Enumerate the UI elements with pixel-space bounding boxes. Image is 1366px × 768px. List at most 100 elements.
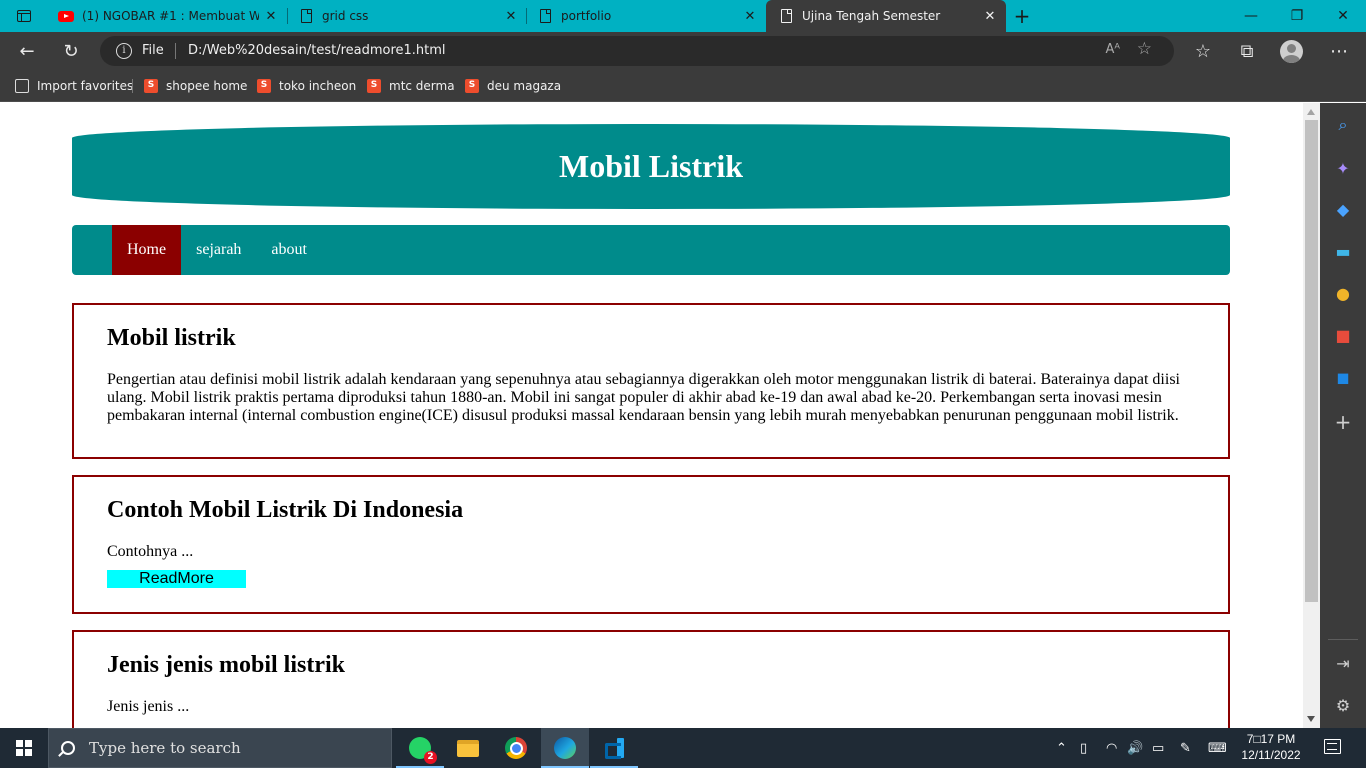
favorites-icon[interactable]: ☆ (1188, 36, 1218, 66)
tab-label: Ujina Tengah Semester (802, 9, 941, 23)
notification-center-icon[interactable] (1324, 739, 1341, 754)
tab-ujian[interactable]: Ujina Tengah Semester ✕ (766, 0, 1006, 32)
web-page: Mobil Listrik Home sejarah about Mobil l… (72, 124, 1230, 728)
windows-taskbar: Type here to search 2 ⌃ ▯ ◠ 🔊 ▭ ✎ ⌨ 7□17… (0, 728, 1366, 768)
tab-bar: (1) NGOBAR #1 : Membuat Website ✕ grid c… (0, 0, 1366, 32)
keyboard-icon[interactable]: ⌨ (1208, 728, 1227, 768)
scroll-thumb[interactable] (1305, 120, 1318, 602)
refresh-icon[interactable]: ↻ (56, 36, 86, 66)
scroll-up-icon[interactable] (1307, 109, 1315, 115)
close-tab-icon[interactable]: ✕ (982, 8, 998, 24)
page-viewport: Mobil Listrik Home sejarah about Mobil l… (0, 103, 1303, 728)
close-tab-icon[interactable]: ✕ (742, 8, 758, 24)
import-icon (15, 79, 29, 93)
scheme-label: File (142, 43, 164, 58)
office-icon[interactable]: ■ (1331, 323, 1355, 347)
collections-icon[interactable]: ⧉ (1232, 36, 1262, 66)
windows-logo-icon (16, 740, 32, 756)
read-aloud-icon[interactable]: Aᴬ (1106, 42, 1121, 57)
favorite-import[interactable]: Import favorites (15, 77, 133, 95)
close-window-button[interactable]: ✕ (1320, 0, 1366, 32)
search-icon[interactable]: ⌕ (1331, 113, 1355, 137)
restore-button[interactable]: ❐ (1274, 0, 1320, 32)
taskbar-file-explorer[interactable] (444, 728, 492, 768)
favorite-mtc-derma[interactable]: mtc derma (367, 77, 455, 95)
add-icon[interactable]: + (1331, 410, 1355, 434)
article-body: Pengertian atau definisi mobil listrik a… (107, 371, 1180, 424)
volume-icon[interactable]: 🔊 (1127, 728, 1143, 768)
shopee-icon (257, 79, 271, 93)
article-body: Jenis jenis ... (107, 698, 190, 715)
article-card: Mobil listrik Pengertian atau definisi m… (72, 303, 1230, 459)
document-icon (778, 8, 794, 24)
page-scrollbar[interactable] (1303, 103, 1320, 728)
youtube-icon (58, 8, 74, 24)
folder-icon (457, 739, 479, 757)
sparkle-icon[interactable]: ✦ (1331, 156, 1355, 180)
wifi-icon[interactable]: ◠ (1106, 728, 1117, 768)
url-text[interactable]: D:/Web%20desain/test/readmore1.html (188, 43, 446, 58)
shopping-tag-icon[interactable]: ◆ (1331, 197, 1355, 221)
taskbar-vscode[interactable] (590, 728, 638, 768)
article-heading: Contoh Mobil Listrik Di Indonesia (107, 497, 464, 523)
browser-toolbar: ← ↻ i File D:/Web%20desain/test/readmore… (0, 32, 1366, 70)
edge-sidebar: ⌕ ✦ ◆ ▬ ● ■ ◼ + ⇥ ⚙ (1320, 103, 1366, 728)
tab-portfolio[interactable]: portfolio ✕ (529, 0, 764, 32)
document-icon (298, 8, 314, 24)
nav-sejarah[interactable]: sejarah (181, 225, 256, 275)
address-bar[interactable]: i File D:/Web%20desain/test/readmore1.ht… (100, 36, 1174, 66)
start-button[interactable] (0, 728, 48, 768)
settings-gear-icon[interactable]: ⚙ (1331, 693, 1355, 717)
shopee-icon (465, 79, 479, 93)
favorite-label: shopee home (166, 79, 248, 93)
outlook-icon[interactable]: ◼ (1331, 365, 1355, 389)
favorite-deu-magaza[interactable]: deu magaza (465, 77, 561, 95)
readmore-button[interactable]: ReadMore (107, 570, 246, 588)
taskbar-search[interactable]: Type here to search (48, 728, 392, 768)
hide-sidebar-icon[interactable]: ⇥ (1331, 651, 1355, 675)
tab-grid-css[interactable]: grid css ✕ (290, 0, 525, 32)
favorite-shopee-home[interactable]: shopee home (144, 77, 247, 95)
close-tab-icon[interactable]: ✕ (263, 8, 279, 24)
usb-icon[interactable]: ▯ (1080, 728, 1087, 768)
show-hidden-icons[interactable]: ⌃ (1056, 728, 1067, 768)
tab-ngobar[interactable]: (1) NGOBAR #1 : Membuat Website ✕ (50, 0, 285, 32)
new-tab-button[interactable]: + (1010, 4, 1034, 28)
add-favorite-icon[interactable]: ☆ (1137, 39, 1152, 59)
site-title: Mobil Listrik (558, 148, 743, 184)
nav-home[interactable]: Home (112, 225, 182, 275)
shopee-icon (367, 79, 381, 93)
taskbar-clock[interactable]: 7□17 PM 12/11/2022 (1236, 731, 1306, 763)
pen-icon[interactable]: ✎ (1180, 728, 1191, 768)
tools-icon[interactable]: ▬ (1331, 239, 1355, 263)
article-card: Jenis jenis mobil listrik Jenis jenis ..… (72, 630, 1230, 728)
taskbar-chrome[interactable] (492, 728, 540, 768)
search-placeholder: Type here to search (89, 739, 241, 757)
more-menu-icon[interactable]: ⋯ (1324, 36, 1354, 66)
site-nav: Home sejarah about (72, 225, 1230, 275)
chrome-icon (505, 737, 527, 759)
article-heading: Jenis jenis mobil listrik (107, 652, 346, 678)
taskbar-edge[interactable] (541, 728, 589, 768)
profile-avatar[interactable] (1280, 40, 1303, 63)
article-heading: Mobil listrik (107, 325, 236, 351)
document-icon (537, 8, 553, 24)
favorite-toko-incheon[interactable]: toko incheon (257, 77, 356, 95)
notification-badge: 2 (424, 751, 437, 764)
favorite-label: deu magaza (487, 79, 562, 93)
scroll-down-icon[interactable] (1307, 716, 1315, 722)
vscode-icon (604, 738, 624, 759)
games-icon[interactable]: ● (1331, 281, 1355, 305)
taskbar-whatsapp[interactable]: 2 (396, 728, 444, 768)
minimize-button[interactable]: — (1228, 0, 1274, 32)
battery-icon[interactable]: ▭ (1152, 728, 1164, 768)
close-tab-icon[interactable]: ✕ (503, 8, 519, 24)
favorite-label: mtc derma (389, 79, 455, 93)
info-icon[interactable]: i (116, 43, 132, 59)
tab-actions-icon[interactable] (8, 6, 40, 26)
back-arrow-icon[interactable]: ← (12, 36, 42, 66)
nav-about[interactable]: about (256, 225, 322, 275)
clock-date: 12/11/2022 (1241, 748, 1301, 762)
tab-label: (1) NGOBAR #1 : Membuat Website (82, 9, 259, 23)
tab-label: portfolio (561, 9, 612, 23)
